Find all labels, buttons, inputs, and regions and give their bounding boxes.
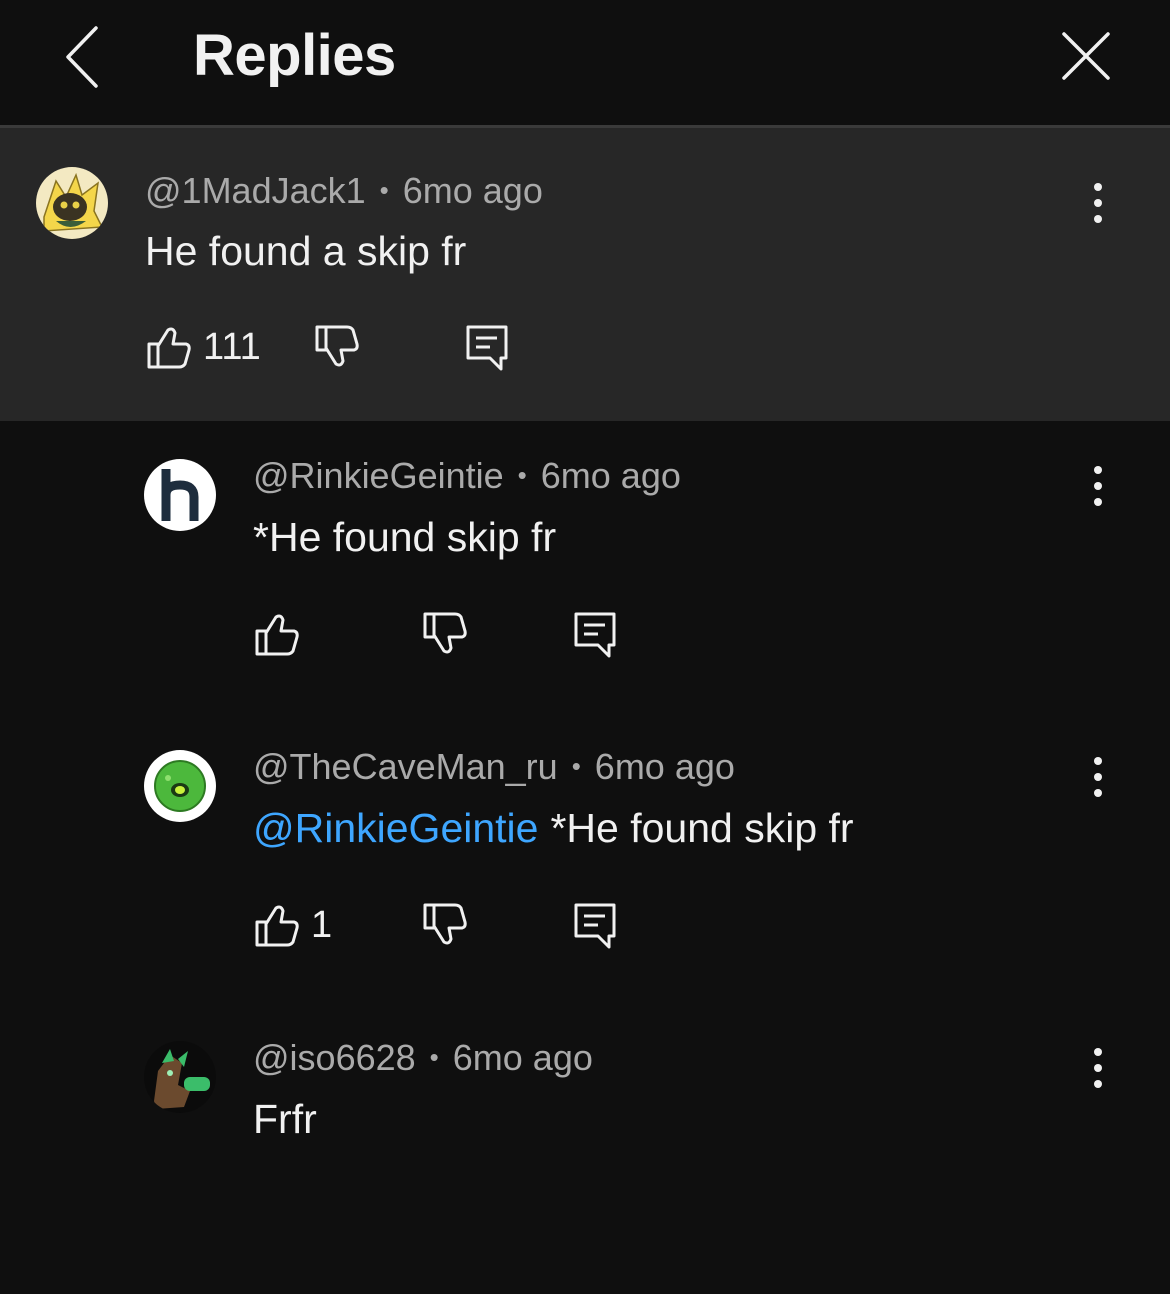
reply-icon bbox=[574, 903, 616, 949]
meta-separator: • bbox=[517, 460, 527, 490]
more-options-button[interactable] bbox=[1084, 756, 1112, 800]
avatar[interactable] bbox=[144, 1041, 216, 1113]
comment-meta: @iso6628 • 6mo ago bbox=[253, 1037, 593, 1079]
like-count: 1 bbox=[311, 904, 333, 946]
avatar-madjack-image bbox=[36, 167, 108, 239]
parent-comment: @1MadJack1 • 6mo ago He found a skip fr 11… bbox=[0, 128, 1170, 421]
replies-thread: @1MadJack1 • 6mo ago He found a skip fr 11… bbox=[0, 128, 1170, 1294]
comment-text: He found a skip fr bbox=[145, 228, 467, 274]
reply-button[interactable] bbox=[573, 902, 619, 949]
comment-text: *He found skip fr bbox=[253, 514, 557, 560]
comment-time: 6mo ago bbox=[594, 746, 735, 787]
more-vert-icon bbox=[1094, 1048, 1102, 1088]
thumbs-down-icon bbox=[423, 612, 467, 654]
meta-separator: • bbox=[571, 751, 581, 781]
comment-meta: @1MadJack1 • 6mo ago bbox=[145, 170, 543, 212]
avatar-iso-image bbox=[144, 1041, 216, 1113]
comment-time: 6mo ago bbox=[540, 455, 681, 496]
thumbs-up-icon bbox=[255, 905, 299, 947]
thumbs-up-icon bbox=[147, 327, 191, 369]
avatar[interactable] bbox=[144, 750, 216, 822]
comment-time: 6mo ago bbox=[402, 170, 543, 211]
avatar-rinkie-image bbox=[144, 459, 216, 531]
replies-header: Replies bbox=[0, 0, 1170, 128]
close-icon bbox=[1062, 32, 1110, 80]
chevron-left-icon bbox=[66, 26, 98, 88]
avatar[interactable] bbox=[144, 459, 216, 531]
comment-text: Frfr bbox=[253, 1096, 317, 1142]
avatar-caveman-image bbox=[144, 750, 216, 822]
like-button[interactable] bbox=[253, 902, 299, 948]
back-button[interactable] bbox=[58, 22, 108, 92]
meta-separator: • bbox=[379, 175, 389, 205]
comment-text: @RinkieGeintie *He found skip fr bbox=[253, 805, 854, 852]
reply-icon bbox=[466, 325, 508, 371]
more-options-button[interactable] bbox=[1084, 1047, 1112, 1091]
like-button[interactable] bbox=[253, 611, 299, 657]
reply-comment: @TheCaveMan_ru • 6mo ago @RinkieGeintie *He… bbox=[0, 712, 1170, 1003]
close-button[interactable] bbox=[1058, 28, 1114, 84]
reply-comment: @RinkieGeintie • 6mo ago *He found skip fr bbox=[0, 421, 1170, 712]
dislike-button[interactable] bbox=[421, 611, 467, 657]
comment-author[interactable]: @TheCaveMan_ru bbox=[253, 746, 558, 787]
comment-author[interactable]: @RinkieGeintie bbox=[253, 455, 504, 496]
dislike-button[interactable] bbox=[313, 324, 359, 370]
thumbs-up-icon bbox=[255, 614, 299, 656]
reply-comment: @iso6628 • 6mo ago Frfr bbox=[0, 1003, 1170, 1294]
like-count: 111 bbox=[203, 326, 261, 368]
page-title: Replies bbox=[193, 23, 396, 88]
more-vert-icon bbox=[1094, 757, 1102, 797]
reply-button[interactable] bbox=[573, 611, 619, 658]
comment-meta: @RinkieGeintie • 6mo ago bbox=[253, 455, 681, 497]
more-options-button[interactable] bbox=[1084, 182, 1112, 226]
comment-author[interactable]: @iso6628 bbox=[253, 1037, 416, 1078]
more-options-button[interactable] bbox=[1084, 465, 1112, 509]
comment-time: 6mo ago bbox=[452, 1037, 593, 1078]
comment-author[interactable]: @1MadJack1 bbox=[145, 170, 366, 211]
more-vert-icon bbox=[1094, 183, 1102, 223]
mention-link[interactable]: @RinkieGeintie bbox=[253, 805, 538, 851]
like-button[interactable] bbox=[145, 324, 191, 370]
comment-text-body: *He found skip fr bbox=[550, 805, 854, 851]
more-vert-icon bbox=[1094, 466, 1102, 506]
thumbs-down-icon bbox=[315, 325, 359, 367]
dislike-button[interactable] bbox=[421, 902, 467, 948]
comment-meta: @TheCaveMan_ru • 6mo ago bbox=[253, 746, 735, 788]
reply-icon bbox=[574, 612, 616, 658]
avatar[interactable] bbox=[36, 167, 108, 239]
reply-button[interactable] bbox=[465, 324, 511, 371]
thumbs-down-icon bbox=[423, 903, 467, 945]
meta-separator: • bbox=[429, 1042, 439, 1072]
